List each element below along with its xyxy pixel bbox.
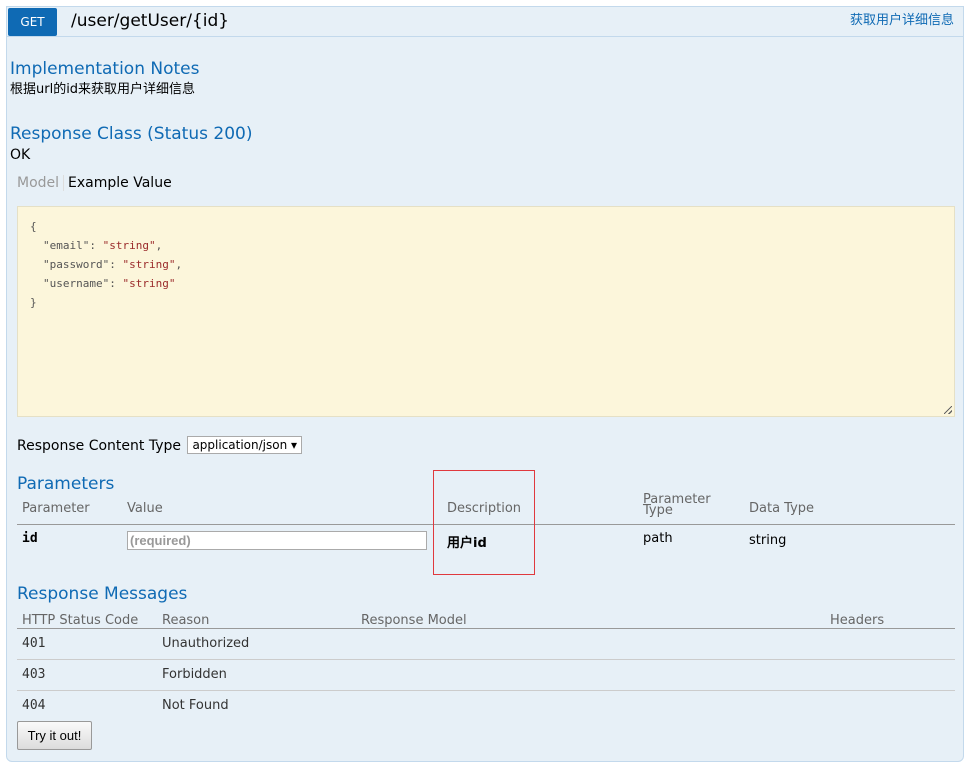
- operation-heading[interactable]: GET /user/getUser/{id} 获取用户详细信息: [7, 7, 963, 37]
- col-description: Description: [447, 500, 522, 516]
- response-model: [356, 628, 825, 659]
- response-class-text: OK: [10, 147, 31, 163]
- response-row: 403 Forbidden: [17, 659, 955, 690]
- implementation-notes-text: 根据url的id来获取用户详细信息: [10, 82, 196, 97]
- try-it-out-button[interactable]: Try it out!: [17, 721, 92, 750]
- endpoint-path[interactable]: /user/getUser/{id}: [71, 9, 229, 33]
- json-value: "string": [102, 239, 156, 252]
- content-type-label: Response Content Type: [17, 438, 181, 454]
- col-reason: Reason: [162, 612, 210, 628]
- json-sep: ,: [175, 258, 183, 271]
- parameter-id-input[interactable]: [127, 530, 427, 550]
- col-headers: Headers: [830, 612, 885, 628]
- json-key: "email": [43, 239, 90, 252]
- status-code: 403: [22, 667, 46, 682]
- response-class-title: Response Class (Status 200): [10, 124, 253, 144]
- parameters-table: Parameter Value Description Parameter Typ…: [17, 492, 955, 554]
- col-data-type: Data Type: [749, 500, 815, 516]
- response-messages-table: HTTP Status Code Reason Response Model H…: [17, 607, 955, 721]
- status-reason: Unauthorized: [162, 636, 250, 651]
- response-headers: [825, 690, 955, 721]
- col-parameter-type: Parameter Type: [638, 492, 744, 524]
- parameters-header-row: Parameter Value Description Parameter Typ…: [17, 492, 955, 524]
- json-sep: ,: [155, 239, 163, 252]
- response-headers: [825, 628, 955, 659]
- parameter-name: id: [22, 530, 38, 546]
- col-response-model: Response Model: [361, 612, 467, 628]
- json-open-brace: {: [30, 220, 37, 233]
- operation-summary[interactable]: 获取用户详细信息: [850, 12, 954, 30]
- json-field: "username": "string": [43, 277, 176, 290]
- json-close-brace: }: [30, 296, 37, 309]
- implementation-notes-title: Implementation Notes: [10, 59, 200, 79]
- response-model: [356, 659, 825, 690]
- resize-handle-icon[interactable]: [944, 406, 952, 414]
- response-model: [356, 690, 825, 721]
- status-code: 404: [22, 698, 46, 714]
- col-http-status-code: HTTP Status Code: [22, 612, 139, 628]
- response-headers: [825, 659, 955, 690]
- parameter-row: id 用户id path string: [17, 524, 955, 554]
- tab-model[interactable]: Model: [17, 175, 65, 191]
- response-row: 401 Unauthorized: [17, 628, 955, 659]
- signature-tabs: Model Example Value: [17, 173, 172, 193]
- json-value: "string": [122, 258, 176, 271]
- parameter-data-type: string: [749, 532, 787, 548]
- response-messages-title: Response Messages: [17, 584, 188, 604]
- content-type-select[interactable]: application/json ▾: [187, 436, 303, 454]
- parameter-description: 用户id: [447, 535, 487, 551]
- json-key: "password": [43, 258, 110, 271]
- response-content-type: Response Content Type application/json ▾: [17, 436, 303, 456]
- parameter-type: path: [643, 530, 673, 546]
- json-field: "password": "string",: [43, 258, 183, 271]
- status-code: 401: [22, 636, 46, 651]
- status-reason: Not Found: [162, 698, 229, 714]
- response-row: 404 Not Found: [17, 690, 955, 721]
- parameter-value-cell: [122, 524, 442, 554]
- response-header-row: HTTP Status Code Reason Response Model H…: [17, 607, 955, 628]
- example-value-snippet[interactable]: { "email": "string", "password": "string…: [17, 206, 955, 417]
- json-field: "email": "string",: [43, 239, 163, 252]
- json-key: "username": [43, 277, 110, 290]
- json-value: "string": [122, 277, 176, 290]
- col-parameter-type-line2: Type: [643, 502, 673, 518]
- http-method-badge[interactable]: GET: [8, 8, 57, 36]
- col-parameter: Parameter: [22, 500, 90, 516]
- tab-example-value[interactable]: Example Value: [64, 175, 172, 191]
- col-value: Value: [127, 500, 163, 516]
- status-reason: Forbidden: [162, 667, 227, 682]
